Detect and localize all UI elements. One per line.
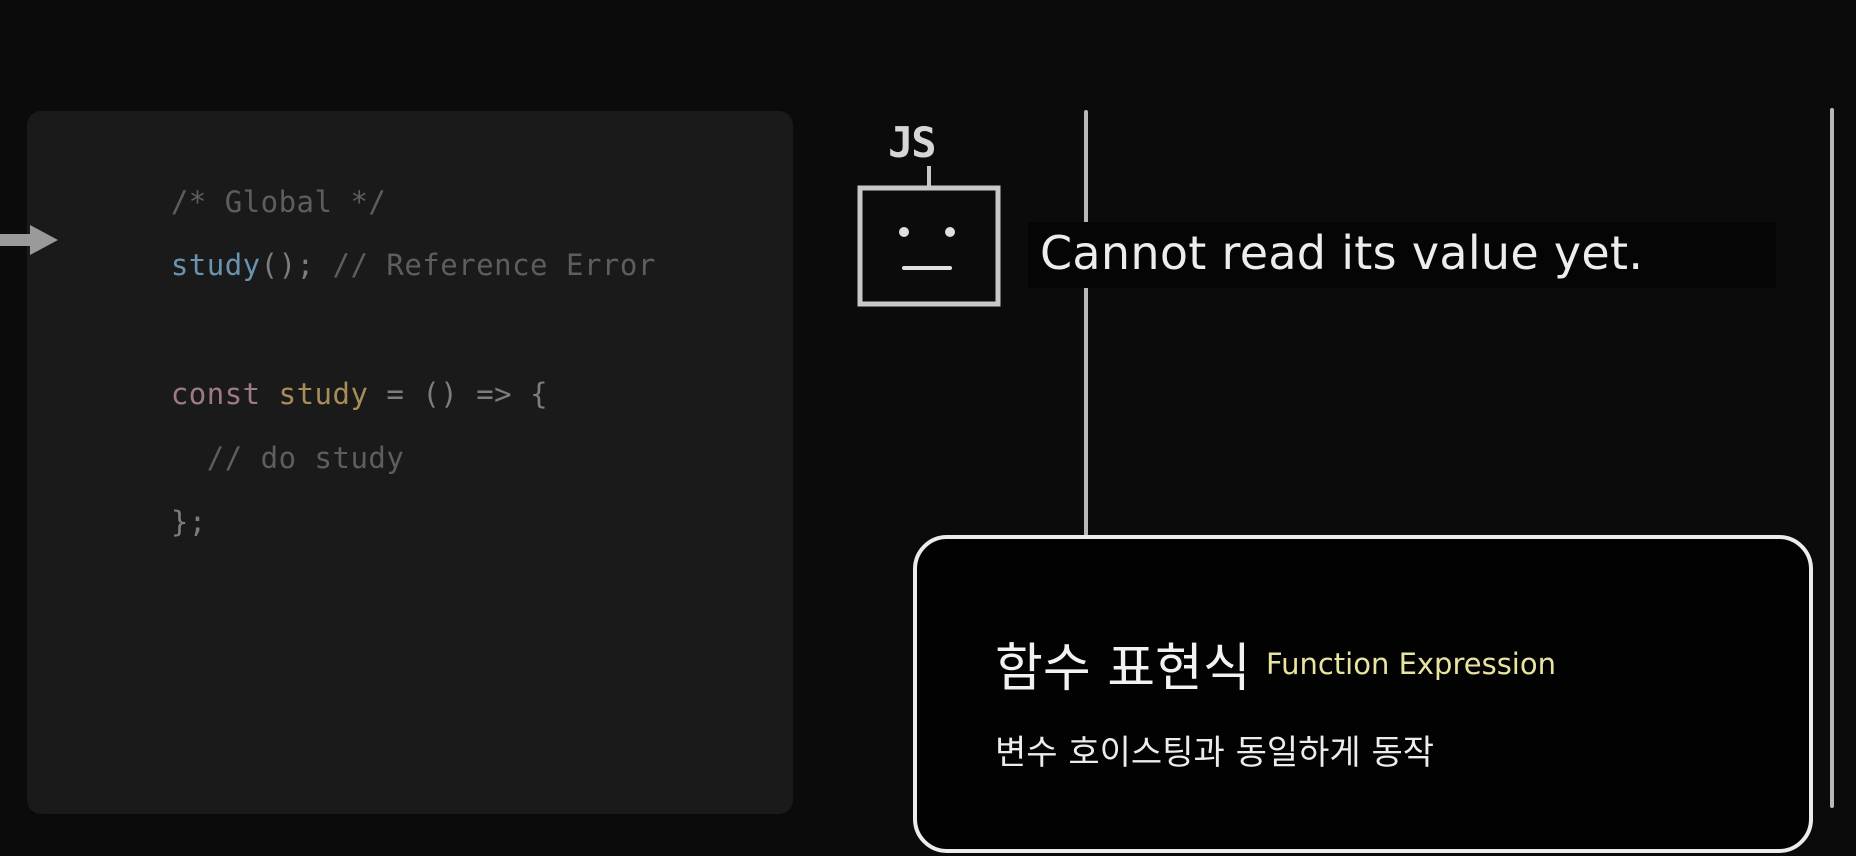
timeline-divider-right [1830, 108, 1834, 808]
card-subtitle: Function Expression [1266, 647, 1556, 681]
code-variable-name: study [278, 377, 369, 411]
code-arrow-function: = () => { [368, 377, 549, 411]
code-line-close: }; [99, 471, 207, 573]
code-keyword: const [170, 377, 261, 411]
code-error-comment: // Reference Error [314, 248, 656, 282]
speech-text: Cannot read its value yet. [1040, 226, 1644, 280]
code-body-comment: // do study [170, 441, 405, 475]
code-line-call: study(); // Reference Error [99, 214, 656, 316]
code-closing-brace: }; [170, 505, 207, 539]
robot-icon [857, 166, 1001, 307]
code-function-call: study [170, 248, 261, 282]
card-title: 함수 표현식 [995, 639, 1251, 699]
js-robot: JS [852, 118, 1002, 310]
code-panel: /* Global */ study(); // Reference Error… [27, 111, 793, 814]
card-description: 변수 호이스팅과 동일하게 동작 [995, 733, 1435, 773]
execution-pointer-icon [0, 225, 58, 255]
code-call-punctuation: (); [260, 248, 315, 282]
timeline-divider-left [1084, 110, 1088, 540]
info-card: 함수 표현식 Function Expression 변수 호이스팅과 동일하게… [913, 535, 1813, 853]
